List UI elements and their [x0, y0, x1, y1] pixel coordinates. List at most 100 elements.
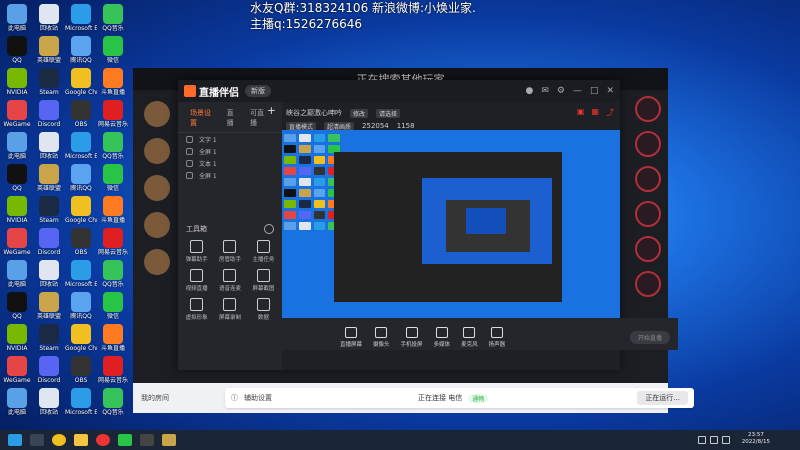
eye-icon[interactable] — [186, 147, 193, 155]
minimize-icon[interactable]: — — [573, 86, 582, 96]
share-icon[interactable]: ⤴ — [606, 107, 614, 118]
chrome-icon[interactable] — [52, 434, 66, 446]
volume-icon[interactable] — [710, 436, 718, 444]
desktop-icon[interactable]: Microsoft Edge — [65, 132, 97, 160]
desktop-icon[interactable]: Google Chrome — [65, 68, 97, 96]
aux-setting[interactable]: 辅助设置 — [244, 393, 272, 403]
desktop-icon[interactable]: Google Chrome — [65, 324, 97, 352]
tool-item[interactable]: 虚拟形象 — [180, 298, 213, 321]
control-media[interactable]: 多媒体 — [434, 327, 450, 348]
round-button[interactable] — [635, 166, 661, 192]
desktop-icon[interactable]: 网易云音乐 — [97, 356, 129, 384]
tool-item[interactable]: 屏幕录制 — [213, 298, 246, 321]
desktop-icon[interactable]: 回收站 — [33, 4, 65, 32]
gear-icon[interactable]: ⚙ — [557, 86, 565, 96]
control-speaker[interactable]: 扬声器 — [489, 327, 505, 348]
desktop-icon[interactable]: 斗鱼直播 — [97, 324, 129, 352]
desktop-icon[interactable]: 回收站 — [33, 388, 65, 416]
close-icon[interactable]: ✕ — [606, 86, 614, 96]
desktop-icon[interactable]: 回收站 — [33, 132, 65, 160]
eye-icon[interactable] — [186, 135, 193, 143]
desktop-icon[interactable]: Microsoft Edge — [65, 260, 97, 288]
tool-item[interactable]: 房管助手 — [213, 240, 246, 263]
desktop-icon[interactable]: 英雄联盟 — [33, 36, 65, 64]
desktop-icon[interactable]: Microsoft Edge — [65, 4, 97, 32]
desktop-icon[interactable]: 此电脑 — [1, 388, 33, 416]
desktop-icon[interactable]: 微信 — [97, 36, 129, 64]
layer-item[interactable]: 文本 1 — [178, 157, 282, 169]
eye-icon[interactable] — [186, 171, 193, 179]
desktop-icon[interactable]: 斗鱼直播 — [97, 196, 129, 224]
desktop-icon[interactable]: 英雄联盟 — [33, 164, 65, 192]
desktop-icon[interactable]: Steam — [33, 324, 65, 352]
message-icon[interactable]: ✉ — [541, 86, 549, 96]
clock[interactable]: 23:57 2022/8/15 — [742, 432, 770, 446]
tool-item[interactable]: 语音连麦 — [213, 269, 246, 292]
layer-item[interactable]: 全屏 1 — [178, 169, 282, 181]
desktop-icon[interactable]: 微信 — [97, 292, 129, 320]
desktop-icon[interactable]: NVIDIA — [1, 196, 33, 224]
desktop-icon[interactable]: QQ音乐 — [97, 260, 129, 288]
desktop-icon[interactable]: 英雄联盟 — [33, 292, 65, 320]
desktop-icon[interactable]: Steam — [33, 68, 65, 96]
desktop-icon[interactable]: NVIDIA — [1, 68, 33, 96]
desktop-icon[interactable]: Steam — [33, 196, 65, 224]
desktop-icon[interactable]: 回收站 — [33, 260, 65, 288]
record-icon[interactable]: ▣ — [577, 107, 585, 118]
wechat-icon[interactable] — [118, 434, 132, 446]
desktop-icon[interactable]: QQ — [1, 164, 33, 192]
layer-item[interactable]: 全屏 1 — [178, 145, 282, 157]
live-status-button[interactable]: 正在运行... — [637, 391, 688, 405]
desktop-icon[interactable]: WeGame — [1, 100, 33, 128]
desktop-icon[interactable]: 腾讯QQ — [65, 292, 97, 320]
desktop-icon[interactable]: QQ音乐 — [97, 4, 129, 32]
windows-icon[interactable] — [8, 434, 22, 446]
round-button[interactable] — [635, 271, 661, 297]
folder-icon[interactable] — [74, 434, 88, 446]
tab-scene[interactable]: 场景设置 — [190, 108, 217, 128]
desktop-icon[interactable]: 网易云音乐 — [97, 100, 129, 128]
round-button[interactable] — [635, 236, 661, 262]
round-button[interactable] — [635, 96, 661, 122]
tool-item[interactable]: 数据 — [247, 298, 280, 321]
tool-item[interactable]: 主播任务 — [247, 240, 280, 263]
desktop-icon[interactable]: Microsoft Edge — [65, 388, 97, 416]
qq-icon[interactable] — [96, 434, 110, 446]
desktop-icon[interactable]: Discord — [33, 356, 65, 384]
desktop-icon[interactable]: Discord — [33, 100, 65, 128]
desktop-icon[interactable]: OBS — [65, 356, 97, 384]
desktop-icon[interactable]: OBS — [65, 100, 97, 128]
maximize-icon[interactable]: □ — [590, 86, 599, 96]
tool-item[interactable]: 弹幕助手 — [180, 240, 213, 263]
lol-icon[interactable] — [162, 434, 176, 446]
desktop-icon[interactable]: 此电脑 — [1, 260, 33, 288]
desktop-icon[interactable]: 腾讯QQ — [65, 36, 97, 64]
add-source-button[interactable]: + — [267, 104, 276, 117]
collapse-icon[interactable] — [264, 224, 274, 234]
desktop-icon[interactable]: NVIDIA — [1, 324, 33, 352]
desktop-icon[interactable]: QQ — [1, 292, 33, 320]
desktop-icon[interactable]: QQ音乐 — [97, 388, 129, 416]
desktop-icon[interactable]: QQ音乐 — [97, 132, 129, 160]
desktop-icon[interactable]: WeGame — [1, 228, 33, 256]
desktop-icon[interactable]: 网易云音乐 — [97, 228, 129, 256]
battery-icon[interactable] — [722, 436, 730, 444]
desktop-icon[interactable]: 腾讯QQ — [65, 164, 97, 192]
desktop-icon[interactable]: 斗鱼直播 — [97, 68, 129, 96]
desktop-icon[interactable]: WeGame — [1, 356, 33, 384]
network-icon[interactable] — [698, 436, 706, 444]
control-mic[interactable]: 麦克风 — [461, 327, 478, 348]
control-phone[interactable]: 手机投屏 — [401, 327, 423, 348]
room-link[interactable]: 我的房间 — [141, 393, 169, 403]
round-button[interactable] — [635, 131, 661, 157]
control-camera[interactable]: 摄像头 — [373, 327, 390, 348]
desktop-icon[interactable]: 此电脑 — [1, 4, 33, 32]
start-stream-button[interactable]: 开始直播 — [629, 331, 670, 344]
layer-item[interactable]: 文字 1 — [178, 133, 282, 145]
gift-icon[interactable]: ▦ — [591, 107, 599, 118]
game-icon[interactable] — [140, 434, 154, 446]
version-badge[interactable]: 新版 — [245, 85, 271, 97]
desktop-icon[interactable]: Google Chrome — [65, 196, 97, 224]
search-icon[interactable] — [30, 434, 44, 446]
category-select[interactable]: 请选择 — [376, 108, 401, 118]
